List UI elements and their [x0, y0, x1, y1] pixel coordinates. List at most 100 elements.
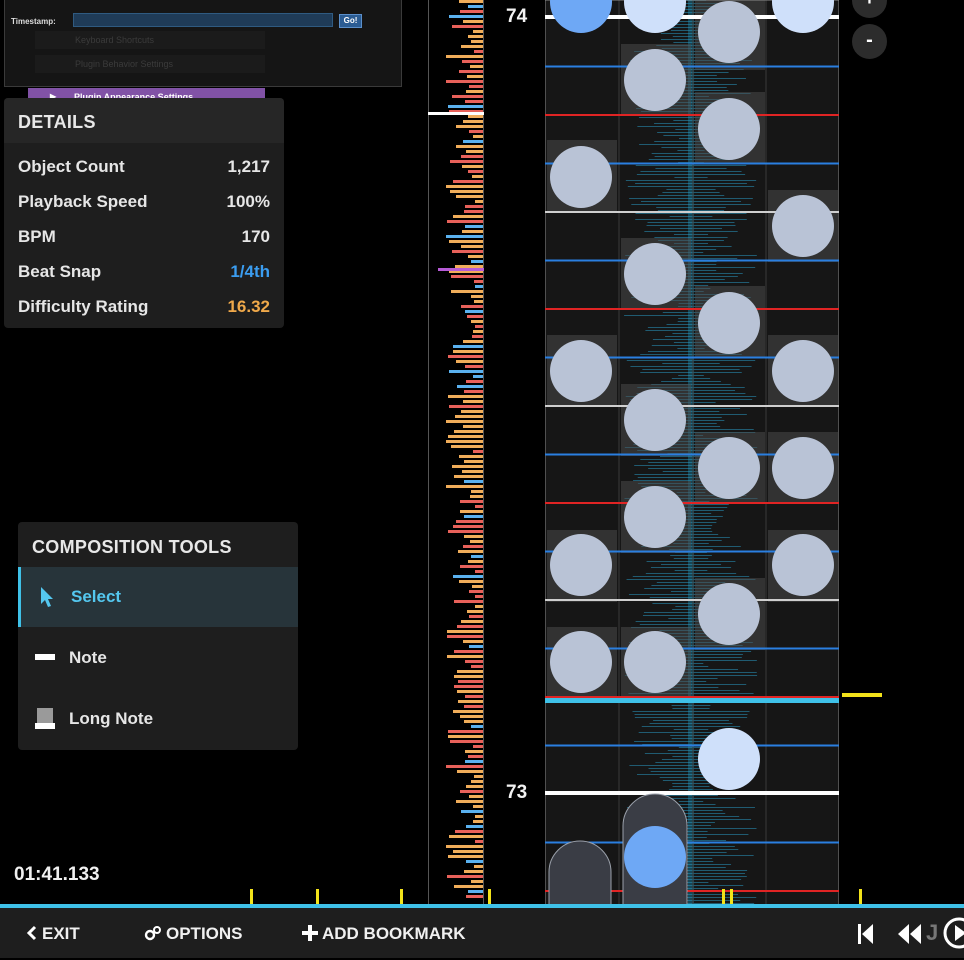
difficulty-bar	[448, 395, 483, 398]
difficulty-bar	[452, 95, 483, 98]
note	[698, 98, 760, 160]
waveform-line	[632, 711, 750, 712]
zoom-out-button[interactable]: -	[852, 24, 887, 59]
timeline-bookmark[interactable]	[730, 889, 733, 904]
difficulty-graph	[446, 0, 483, 898]
waveform-line	[674, 177, 708, 178]
waveform-line	[657, 210, 725, 211]
plugin-behavior-settings-item[interactable]: Plugin Behavior Settings	[35, 55, 265, 73]
difficulty-bar	[465, 660, 483, 663]
snap-line-eighth	[545, 502, 839, 504]
difficulty-bar	[464, 515, 483, 518]
difficulty-bar	[468, 890, 483, 893]
difficulty-bar	[452, 250, 483, 253]
difficulty-bar	[462, 230, 483, 233]
tool-long-note[interactable]: Long Note	[18, 689, 298, 749]
snap-line-eighth	[545, 308, 839, 310]
tool-note[interactable]: Note	[18, 628, 298, 688]
tool-label: Note	[69, 648, 107, 667]
difficulty-bar	[456, 125, 483, 128]
difficulty-bar	[454, 685, 483, 688]
difficulty-bar	[473, 135, 483, 138]
timeline-bookmark[interactable]	[488, 889, 491, 904]
timeline-bookmark[interactable]	[400, 889, 403, 904]
difficulty-bar	[446, 80, 483, 83]
rewind-icon[interactable]	[898, 924, 922, 944]
difficulty-bar	[469, 615, 483, 618]
difficulty-bar	[463, 340, 483, 343]
waveform-line	[666, 189, 716, 190]
waveform-line	[635, 183, 747, 184]
difficulty-bar	[464, 480, 483, 483]
difficulty-bar	[473, 805, 483, 808]
skip-to-start-icon[interactable]	[858, 924, 874, 944]
details-value: 1,217	[227, 157, 270, 176]
tool-select[interactable]: Select	[18, 567, 298, 627]
chevron-left-icon	[26, 925, 37, 941]
timeline-bookmark[interactable]	[250, 889, 253, 904]
go-button[interactable]: Go!	[339, 14, 362, 28]
hit-position-line	[545, 698, 839, 703]
difficulty-bar	[447, 635, 483, 638]
difficulty-graph-strip[interactable]	[428, 0, 484, 905]
exit-button[interactable]: EXIT	[26, 908, 80, 958]
add-bookmark-label: ADD BOOKMARK	[322, 924, 466, 943]
waveform-line	[671, 378, 711, 379]
cursor-icon	[41, 587, 53, 607]
difficulty-bar	[468, 755, 483, 758]
composition-tools-panel: COMPOSITION TOOLS Select Note Long Note	[18, 522, 298, 750]
waveform-line	[656, 207, 726, 208]
difficulty-bar	[454, 650, 483, 653]
note	[624, 631, 686, 693]
details-row-beat-snap: Beat Snap 1/4th	[18, 262, 270, 292]
waveform-line	[647, 222, 735, 223]
details-row-bpm: BPM 170	[18, 227, 270, 257]
timeline-bookmark[interactable]	[316, 889, 319, 904]
difficulty-bar	[451, 445, 483, 448]
note	[550, 146, 612, 208]
details-value: 100%	[226, 192, 270, 211]
waveform-line	[673, 558, 709, 559]
difficulty-bar	[475, 605, 483, 608]
difficulty-bar	[464, 460, 483, 463]
difficulty-bar	[471, 320, 483, 323]
timestamp-input[interactable]	[73, 13, 333, 27]
timeline-bookmark[interactable]	[722, 889, 725, 904]
note	[550, 631, 612, 693]
details-label: Playback Speed	[18, 192, 148, 211]
play-icon[interactable]	[942, 916, 964, 950]
difficulty-bar	[448, 855, 483, 858]
zoom-in-button[interactable]: +	[852, 0, 887, 18]
difficulty-bar	[471, 780, 483, 783]
difficulty-bar	[475, 200, 483, 203]
waveform-line	[674, 570, 708, 571]
waveform-line	[669, 216, 713, 217]
difficulty-bar	[473, 450, 483, 453]
difficulty-bar	[454, 430, 483, 433]
waveform-line	[662, 363, 720, 364]
difficulty-bar	[448, 355, 483, 358]
difficulty-bar	[470, 65, 483, 68]
add-bookmark-button[interactable]: ADD BOOKMARK	[302, 908, 466, 958]
difficulty-bar	[457, 770, 483, 773]
note	[624, 486, 686, 548]
difficulty-bar	[461, 45, 483, 48]
timeline-bookmark[interactable]	[859, 889, 862, 904]
difficulty-bar	[475, 840, 483, 843]
keyboard-shortcuts-item[interactable]: Keyboard Shortcuts	[35, 31, 265, 49]
beat-line	[545, 405, 839, 407]
difficulty-bar	[464, 705, 483, 708]
note	[698, 292, 760, 354]
difficulty-bar	[453, 180, 483, 183]
difficulty-bar	[475, 570, 483, 573]
difficulty-bar	[471, 725, 483, 728]
difficulty-bar	[466, 150, 483, 153]
difficulty-bar	[461, 810, 483, 813]
playfield[interactable]	[545, 0, 839, 905]
difficulty-bar	[461, 155, 483, 158]
long-note	[548, 840, 612, 905]
difficulty-bar	[462, 165, 483, 168]
difficulty-bar	[454, 600, 483, 603]
details-row-playback-speed: Playback Speed 100%	[18, 192, 270, 222]
options-button[interactable]: OPTIONS	[144, 908, 243, 958]
